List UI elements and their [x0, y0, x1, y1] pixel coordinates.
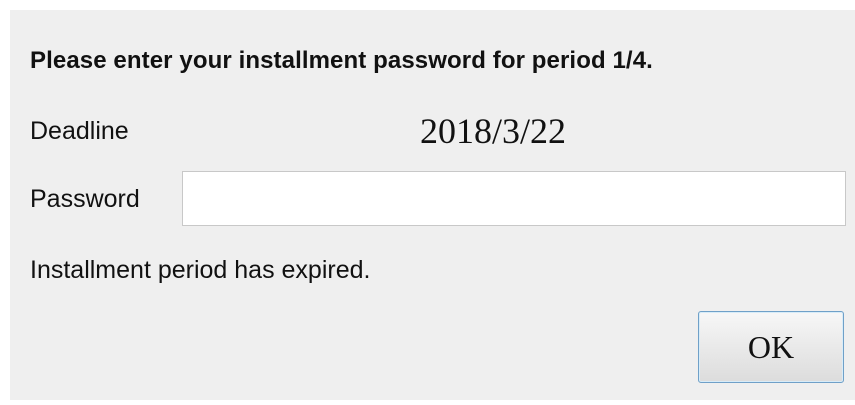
- dialog-heading: Please enter your installment password f…: [30, 47, 653, 74]
- deadline-value: 2018/3/22: [420, 111, 567, 151]
- installment-password-dialog: Please enter your installment password f…: [10, 10, 855, 400]
- deadline-label: Deadline: [30, 117, 129, 145]
- password-label: Password: [30, 185, 140, 213]
- ok-button[interactable]: OK: [698, 311, 844, 383]
- password-input[interactable]: [182, 171, 846, 226]
- status-message: Installment period has expired.: [30, 256, 371, 284]
